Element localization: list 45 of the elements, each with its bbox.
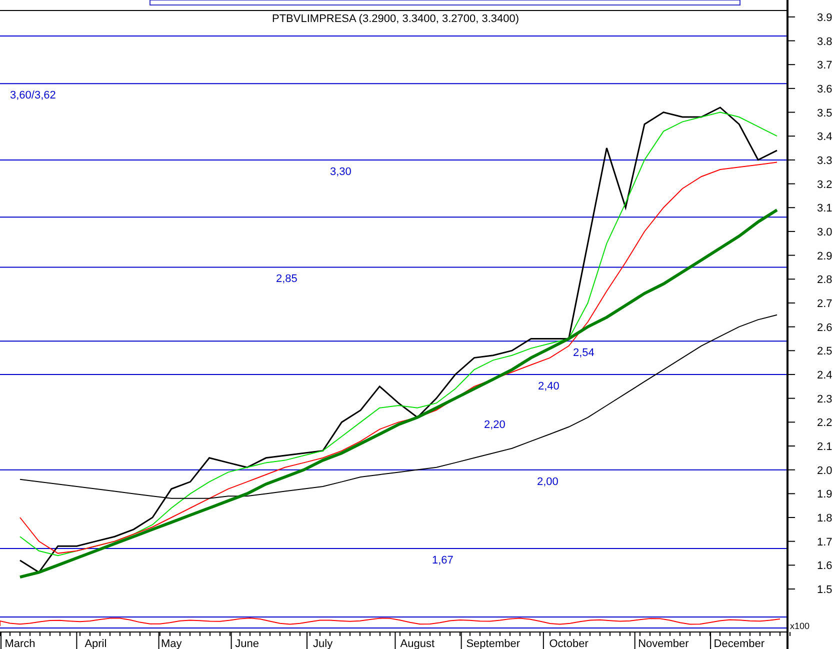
y-tick-label: 2.6 — [817, 322, 832, 334]
level-label: 2,54 — [573, 347, 594, 360]
y-tick-label: 1.7 — [817, 536, 832, 548]
scale-label: x100 — [790, 621, 810, 631]
x-tick-label: October — [549, 638, 588, 649]
y-tick-label: 2.3 — [817, 393, 832, 406]
y-tick-label: 3.6 — [817, 83, 832, 96]
y-tick-label: 2.4 — [817, 369, 832, 382]
level-label: 1,67 — [432, 554, 454, 566]
y-tick-label: 1.9 — [817, 488, 832, 501]
level-label: 2,40 — [538, 380, 560, 392]
level-label: 2,85 — [276, 273, 298, 286]
y-tick-label: 2.9 — [817, 250, 832, 262]
x-tick-label: July — [313, 638, 333, 649]
y-tick-label: 1.5 — [817, 584, 832, 596]
y-tick-label: 3.2 — [817, 178, 832, 191]
y-tick-label: 3.3 — [817, 154, 832, 167]
y-tick-label: 2.1 — [817, 441, 832, 453]
y-tick-label: 3.5 — [817, 107, 832, 120]
x-tick-label: December — [714, 638, 765, 649]
y-tick-label: 3.1 — [817, 202, 832, 215]
y-tick-label: 3.8 — [817, 36, 832, 48]
level-label: 3,60/3,62 — [10, 90, 56, 102]
y-tick-label: 2.8 — [817, 274, 832, 286]
y-tick-label: 1.6 — [817, 560, 832, 572]
y-tick-label: 3.0 — [817, 226, 832, 238]
level-label: 2,00 — [537, 476, 558, 488]
y-tick-label: 1.8 — [817, 512, 832, 524]
chart-title: PTBVLIMPRESA (3.2900, 3.3400, 3.2700, 3.3400) — [272, 13, 520, 25]
x-tick-label: April — [84, 638, 107, 649]
y-tick-label: 2.0 — [817, 464, 832, 477]
level-label: 3,30 — [330, 166, 352, 178]
x-tick-label: June — [235, 638, 260, 649]
y-tick-label: 3.9 — [817, 12, 832, 24]
y-tick-label: 2.7 — [817, 298, 832, 310]
x-tick-label: November — [638, 638, 689, 649]
y-tick-label: 3.7 — [817, 60, 832, 72]
y-tick-label: 2.5 — [817, 346, 832, 358]
y-tick-label: 3.4 — [817, 131, 832, 144]
y-tick-label: 2.2 — [817, 417, 832, 430]
x-tick-label: March — [4, 638, 36, 649]
x-tick-label: August — [400, 638, 435, 649]
x-tick-label: September — [466, 638, 520, 649]
level-label: 2,20 — [484, 419, 506, 431]
x-tick-label: May — [161, 638, 182, 649]
